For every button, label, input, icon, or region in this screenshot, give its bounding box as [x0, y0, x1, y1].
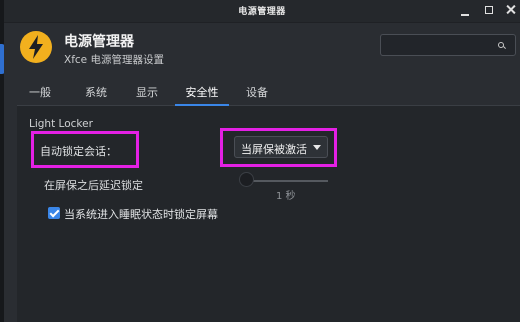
lock-delay-slider-handle[interactable] [239, 172, 254, 187]
tab-devices[interactable]: 设备 [237, 80, 277, 105]
app-subtitle: Xfce 电源管理器设置 [64, 54, 164, 66]
tab-system[interactable]: 系统 [76, 80, 116, 105]
lock-delay-label: 在屏保之后延迟锁定 [44, 179, 143, 192]
section-title: Light Locker [29, 118, 93, 130]
tab-display[interactable]: 显示 [127, 80, 167, 105]
minimize-button[interactable] [458, 3, 472, 17]
lock-on-sleep-label[interactable]: 当系统进入睡眠状态时锁定屏幕 [64, 206, 218, 222]
caret-down-icon [313, 145, 321, 150]
app-name: 电源管理器 [64, 34, 134, 50]
tab-security[interactable]: 安全性 [175, 80, 229, 106]
search-icon [498, 42, 505, 49]
lightning-bolt-icon [20, 31, 52, 63]
lock-delay-slider-track[interactable] [244, 180, 328, 182]
lock-session-label: 自动锁定会话： [40, 145, 117, 158]
lock-session-value: 当屏保被激活 [241, 143, 307, 156]
titlebar: 电源管理器 [4, 0, 520, 23]
lock-delay-value: 1 秒 [276, 191, 296, 202]
lock-session-dropdown[interactable]: 当屏保被激活 [234, 136, 328, 158]
window-title: 电源管理器 [238, 7, 286, 17]
close-button[interactable] [504, 3, 518, 17]
lock-on-sleep-checkbox[interactable] [48, 207, 60, 219]
tab-general[interactable]: 一般 [22, 80, 58, 105]
tab-bar: 一般 系统 显示 安全性 设备 [17, 80, 520, 106]
maximize-button[interactable] [482, 3, 496, 17]
security-panel: Light Locker 自动锁定会话： 当屏保被激活 在屏保之后延迟锁定 1 … [17, 106, 520, 322]
search-input[interactable] [380, 34, 516, 56]
power-manager-window: 电源管理器 电源管理器 Xfce 电源管理器设置 一般 系统 显示 安全性 设备… [4, 0, 520, 322]
